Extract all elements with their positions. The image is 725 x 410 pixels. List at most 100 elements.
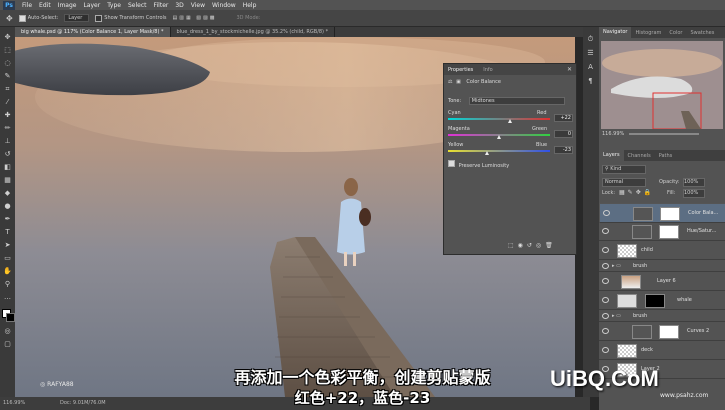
move-tool-icon[interactable]: ✥ [6, 14, 13, 23]
gradient-tool-icon[interactable]: ▦ [3, 176, 12, 185]
lock-icons[interactable]: ▦✎✥🔒 [619, 189, 654, 196]
properties-icon[interactable]: ☰ [586, 49, 595, 58]
navigator-preview[interactable] [601, 41, 723, 130]
properties-footer-icons[interactable]: ⬚◉↺◎🗑 [508, 242, 557, 249]
visibility-eye-icon[interactable] [602, 247, 609, 253]
zoom-tool-icon[interactable]: ⚲ [3, 280, 12, 289]
healing-tool-icon[interactable]: ✚ [3, 111, 12, 120]
tab-layers[interactable]: Layers [599, 150, 624, 161]
layer-row[interactable]: child [599, 241, 725, 260]
more-tools-icon[interactable]: … [3, 293, 12, 302]
mask-thumb[interactable] [659, 325, 679, 339]
path-select-tool-icon[interactable]: ➤ [3, 241, 12, 250]
show-transform-checkbox[interactable]: Show Transform Controls [95, 14, 167, 22]
tab-channels[interactable]: Channels [624, 153, 655, 159]
move-tool-icon[interactable]: ✥ [3, 33, 12, 42]
tab-color[interactable]: Color [665, 30, 686, 36]
menu-layer[interactable]: Layer [83, 2, 100, 9]
tab-histogram[interactable]: Histogram [631, 30, 665, 36]
tab-swatches[interactable]: Swatches [686, 30, 718, 36]
cyan-red-slider[interactable] [448, 118, 550, 123]
brush-tool-icon[interactable]: ✏ [3, 124, 12, 133]
menu-window[interactable]: Window [212, 2, 236, 9]
close-icon[interactable]: ✕ [567, 66, 572, 73]
eraser-tool-icon[interactable]: ◧ [3, 163, 12, 172]
visibility-eye-icon[interactable] [603, 210, 610, 216]
layer-row[interactable]: Curves 2 [599, 322, 725, 341]
visibility-eye-icon[interactable] [602, 297, 609, 303]
layer-dropdown[interactable]: Layer [64, 14, 90, 22]
character-icon[interactable]: A [586, 63, 595, 72]
blur-tool-icon[interactable]: ◆ [3, 189, 12, 198]
yellow-blue-slider[interactable] [448, 150, 550, 155]
kind-filter-dropdown[interactable]: ⚲ Kind [602, 165, 646, 174]
mask-thumb[interactable] [660, 207, 680, 221]
slider-thumb[interactable] [485, 151, 490, 155]
menu-3d[interactable]: 3D [175, 2, 183, 9]
magenta-green-value[interactable]: 0 [554, 130, 573, 138]
align-icons[interactable]: ▤▥▦ ▧▨▩ [173, 15, 217, 21]
visibility-eye-icon[interactable] [602, 328, 609, 334]
type-tool-icon[interactable]: T [3, 228, 12, 237]
mask-icon[interactable]: ▣ [456, 79, 461, 85]
menu-filter[interactable]: Filter [154, 2, 169, 9]
zoom-slider[interactable] [629, 133, 699, 135]
quick-select-tool-icon[interactable]: ✎ [3, 72, 12, 81]
menu-image[interactable]: Image [58, 2, 77, 9]
tab-paths[interactable]: Paths [655, 153, 677, 159]
layer-row[interactable]: whale [599, 291, 725, 310]
quick-mask-icon[interactable]: ◎ [3, 327, 12, 336]
auto-select-checkbox[interactable]: Auto-Select: [18, 14, 58, 22]
hand-tool-icon[interactable]: ✋ [3, 267, 12, 276]
screen-mode-icon[interactable]: ▢ [3, 340, 12, 349]
tab-properties[interactable]: Properties [448, 67, 473, 73]
menu-edit[interactable]: Edit [39, 2, 51, 9]
doc-tab-dress[interactable]: blue_dress_1_by_stockmichelle.jpg @ 35.2… [171, 27, 336, 37]
mask-thumb[interactable] [645, 294, 665, 308]
opacity-field[interactable]: 100% [683, 178, 705, 187]
layer-row[interactable]: Layer 6 [599, 272, 725, 291]
layer-row[interactable]: Color Bala... [599, 203, 725, 223]
tab-info[interactable]: Info [483, 67, 492, 73]
slider-thumb[interactable] [508, 119, 513, 123]
menu-file[interactable]: File [22, 2, 32, 9]
visibility-eye-icon[interactable] [602, 263, 609, 269]
visibility-eye-icon[interactable] [602, 313, 609, 319]
marquee-tool-icon[interactable]: ⬚ [3, 46, 12, 55]
lasso-tool-icon[interactable]: ◌ [3, 59, 12, 68]
adjustment-header: ⚖ ▣ Color Balance [448, 79, 501, 85]
history-icon[interactable]: ⏱ [586, 35, 595, 44]
crop-tool-icon[interactable]: ⌗ [3, 85, 12, 94]
cyan-red-value[interactable]: +22 [554, 114, 573, 122]
slider-thumb[interactable] [497, 135, 501, 139]
menu-view[interactable]: View [191, 2, 205, 9]
tab-navigator[interactable]: Navigator [599, 27, 632, 38]
doc-tab-whale[interactable]: big whale.psd @ 117% (Color Balance 1, L… [15, 27, 171, 37]
shape-tool-icon[interactable]: ▭ [3, 254, 12, 263]
navigator-zoom[interactable]: 116.99% [602, 131, 624, 137]
preserve-luminosity-checkbox[interactable]: Preserve Luminosity [448, 160, 509, 169]
mask-thumb[interactable] [659, 225, 679, 239]
history-brush-tool-icon[interactable]: ↺ [3, 150, 12, 159]
tone-dropdown[interactable]: Midtones [468, 97, 565, 105]
visibility-eye-icon[interactable] [602, 347, 609, 353]
group-row[interactable]: ▸ ▭ brush [599, 310, 725, 322]
menu-help[interactable]: Help [243, 2, 257, 9]
fill-field[interactable]: 100% [683, 189, 705, 198]
visibility-eye-icon[interactable] [602, 228, 609, 234]
menu-select[interactable]: Select [128, 2, 147, 9]
group-row[interactable]: ▸ ▭ brush [599, 260, 725, 272]
blend-mode-dropdown[interactable]: Normal [602, 178, 646, 187]
magenta-green-slider[interactable] [448, 134, 550, 139]
layer-row[interactable]: deck [599, 341, 725, 360]
pen-tool-icon[interactable]: ✒ [3, 215, 12, 224]
menu-type[interactable]: Type [107, 2, 121, 9]
visibility-eye-icon[interactable] [602, 278, 609, 284]
dodge-tool-icon[interactable]: ● [3, 202, 12, 211]
paragraph-icon[interactable]: ¶ [586, 77, 595, 86]
eyedropper-tool-icon[interactable]: ⁄ [3, 98, 12, 107]
background-color-swatch[interactable] [6, 313, 15, 322]
stamp-tool-icon[interactable]: ⊥ [3, 137, 12, 146]
yellow-blue-value[interactable]: -23 [554, 146, 573, 154]
layer-row[interactable]: Hue/Satur... [599, 222, 725, 241]
